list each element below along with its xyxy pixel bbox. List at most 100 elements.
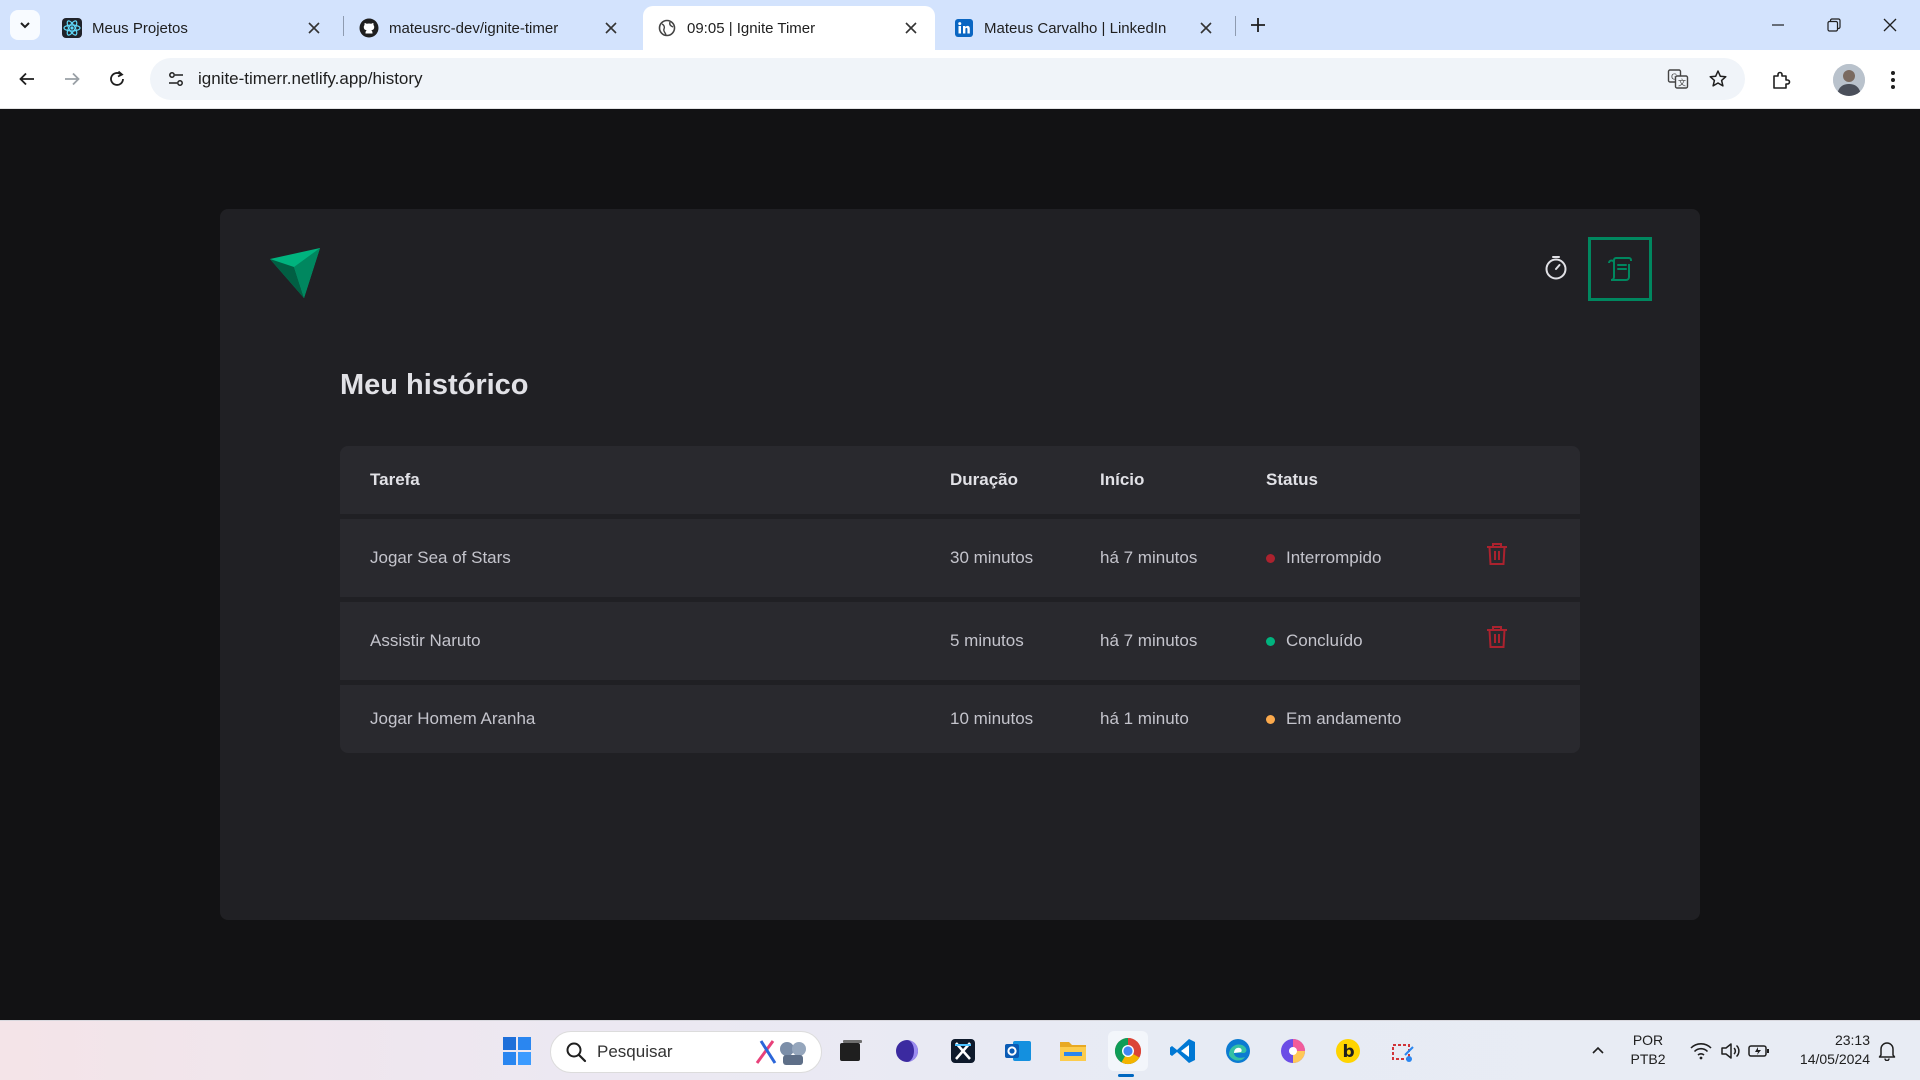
task-duration: 30 minutos [950, 548, 1034, 567]
wifi-icon [1690, 1043, 1712, 1060]
battery-icon [1748, 1045, 1769, 1057]
back-button[interactable] [12, 64, 42, 94]
close-icon[interactable] [304, 18, 324, 38]
bookmark-star-icon[interactable] [1702, 63, 1734, 95]
tab-separator [343, 16, 344, 36]
vscode-icon[interactable] [1163, 1031, 1203, 1071]
tab-search-button[interactable] [10, 10, 40, 40]
language-indicator[interactable]: POR PTB2 [1630, 1031, 1666, 1069]
tab-ignite-timer[interactable]: 09:05 | Ignite Timer [643, 6, 935, 50]
status-dot [1266, 553, 1275, 563]
profile-avatar[interactable] [1833, 64, 1865, 96]
browser-toolbar: ignite-timerr.netlify.app/history G文 [0, 50, 1920, 109]
address-bar[interactable]: ignite-timerr.netlify.app/history G文 [150, 58, 1745, 100]
search-highlight-icon [755, 1040, 806, 1065]
task-view-icon[interactable] [831, 1031, 871, 1071]
task-actions [1482, 626, 1580, 652]
volume-icon [1721, 1043, 1740, 1059]
minimize-button[interactable] [1750, 0, 1806, 50]
outlook-icon[interactable] [998, 1031, 1038, 1071]
snipping-tool-icon[interactable] [1383, 1031, 1423, 1071]
header-task: Tarefa [370, 470, 420, 489]
close-icon[interactable] [901, 18, 921, 38]
app-b-icon[interactable]: b [1328, 1031, 1368, 1071]
start-button[interactable] [497, 1031, 537, 1071]
nav-history-link[interactable] [1588, 237, 1652, 301]
tab-title: Mateus Carvalho | LinkedIn [984, 19, 1167, 37]
browser-menu-button[interactable] [1877, 64, 1909, 96]
status-dot [1266, 714, 1275, 724]
page-title: Meu histórico [340, 369, 529, 401]
delete-task-button[interactable] [1482, 539, 1512, 569]
status-dot [1266, 636, 1275, 646]
chevron-up-icon[interactable] [1582, 1031, 1614, 1071]
header-start: Início [1100, 470, 1145, 489]
notifications-bell-icon[interactable] [1872, 1031, 1902, 1071]
app-purple-icon[interactable] [887, 1031, 927, 1071]
new-tab-button[interactable] [1245, 12, 1271, 38]
clock-date: 14/05/2024 [1799, 1051, 1870, 1067]
tab-separator [1235, 16, 1236, 36]
site-info-icon[interactable] [158, 63, 194, 95]
svg-text:b: b [1343, 1042, 1355, 1062]
file-explorer-icon[interactable] [1053, 1031, 1093, 1071]
tab-github[interactable]: mateusrc-dev/ignite-timer [345, 6, 635, 50]
restore-icon [1827, 18, 1841, 32]
search-placeholder: Pesquisar [597, 1042, 673, 1061]
clock-time: 23:13 [1834, 1032, 1870, 1048]
task-status: Em andamento [1266, 709, 1482, 729]
keyboard-layout: PTB2 [1630, 1051, 1666, 1067]
scroll-icon [1608, 257, 1632, 281]
task-name: Jogar Sea of Stars [370, 548, 511, 567]
task-status: Concluído [1266, 631, 1482, 651]
task-name: Assistir Naruto [370, 631, 481, 650]
task-duration: 5 minutos [950, 631, 1024, 650]
chevron-down-icon [20, 22, 30, 29]
table-row: Jogar Sea of Stars 30 minutos há 7 minut… [340, 519, 1580, 597]
close-icon[interactable] [1196, 18, 1216, 38]
close-icon[interactable] [601, 18, 621, 38]
delete-task-button[interactable] [1482, 622, 1512, 652]
status-label: Concluído [1286, 631, 1363, 650]
status-label: Interrompido [1286, 548, 1382, 567]
table-row: Jogar Homem Aranha 10 minutos há 1 minut… [340, 685, 1580, 753]
capcut-icon[interactable] [943, 1031, 983, 1071]
header-duration: Duração [950, 470, 1019, 489]
svg-text:文: 文 [1678, 78, 1686, 88]
browser-tab-strip: Meus Projetos mateusrc-dev/ignite-timer … [0, 0, 1920, 50]
chrome-icon[interactable] [1108, 1031, 1148, 1071]
trash-icon [1487, 626, 1507, 648]
tab-title: 09:05 | Ignite Timer [687, 19, 816, 37]
linkedin-icon [954, 18, 974, 38]
react-icon [62, 18, 82, 38]
arrow-left-icon [19, 72, 34, 86]
translate-icon[interactable]: G文 [1662, 63, 1694, 95]
status-label: Em andamento [1286, 709, 1402, 728]
restore-button[interactable] [1806, 0, 1862, 50]
task-start: há 7 minutos [1100, 548, 1198, 567]
nav-timer-link[interactable] [1536, 247, 1576, 287]
reload-button[interactable] [102, 64, 132, 94]
windows-taskbar: Pesquisar b POR PTB2 23:13 14/05/2024 [0, 1020, 1920, 1080]
trash-icon [1487, 543, 1507, 565]
globe-icon [657, 18, 677, 38]
reload-icon [110, 70, 124, 86]
tab-linkedin[interactable]: Mateus Carvalho | LinkedIn [940, 6, 1230, 50]
github-icon [359, 18, 379, 38]
taskbar-search[interactable]: Pesquisar [550, 1031, 822, 1073]
tab-title: Meus Projetos [92, 19, 188, 37]
minimize-icon [1772, 24, 1784, 26]
forward-button[interactable] [57, 64, 87, 94]
window-close-button[interactable] [1862, 0, 1918, 50]
system-tray[interactable] [1680, 1031, 1780, 1071]
ignite-logo[interactable] [268, 245, 322, 299]
taskbar-clock[interactable]: 23:13 14/05/2024 [1780, 1031, 1870, 1069]
active-app-indicator [1118, 1074, 1134, 1077]
extensions-button[interactable] [1765, 64, 1797, 96]
edge-icon[interactable] [1218, 1031, 1258, 1071]
tab-meus-projetos[interactable]: Meus Projetos [48, 6, 338, 50]
windows-logo-icon [503, 1037, 531, 1065]
timer-icon [1545, 256, 1567, 280]
app-colorful-icon[interactable] [1273, 1031, 1313, 1071]
app-container: Meu histórico Tarefa Duração Início Stat… [220, 209, 1700, 920]
